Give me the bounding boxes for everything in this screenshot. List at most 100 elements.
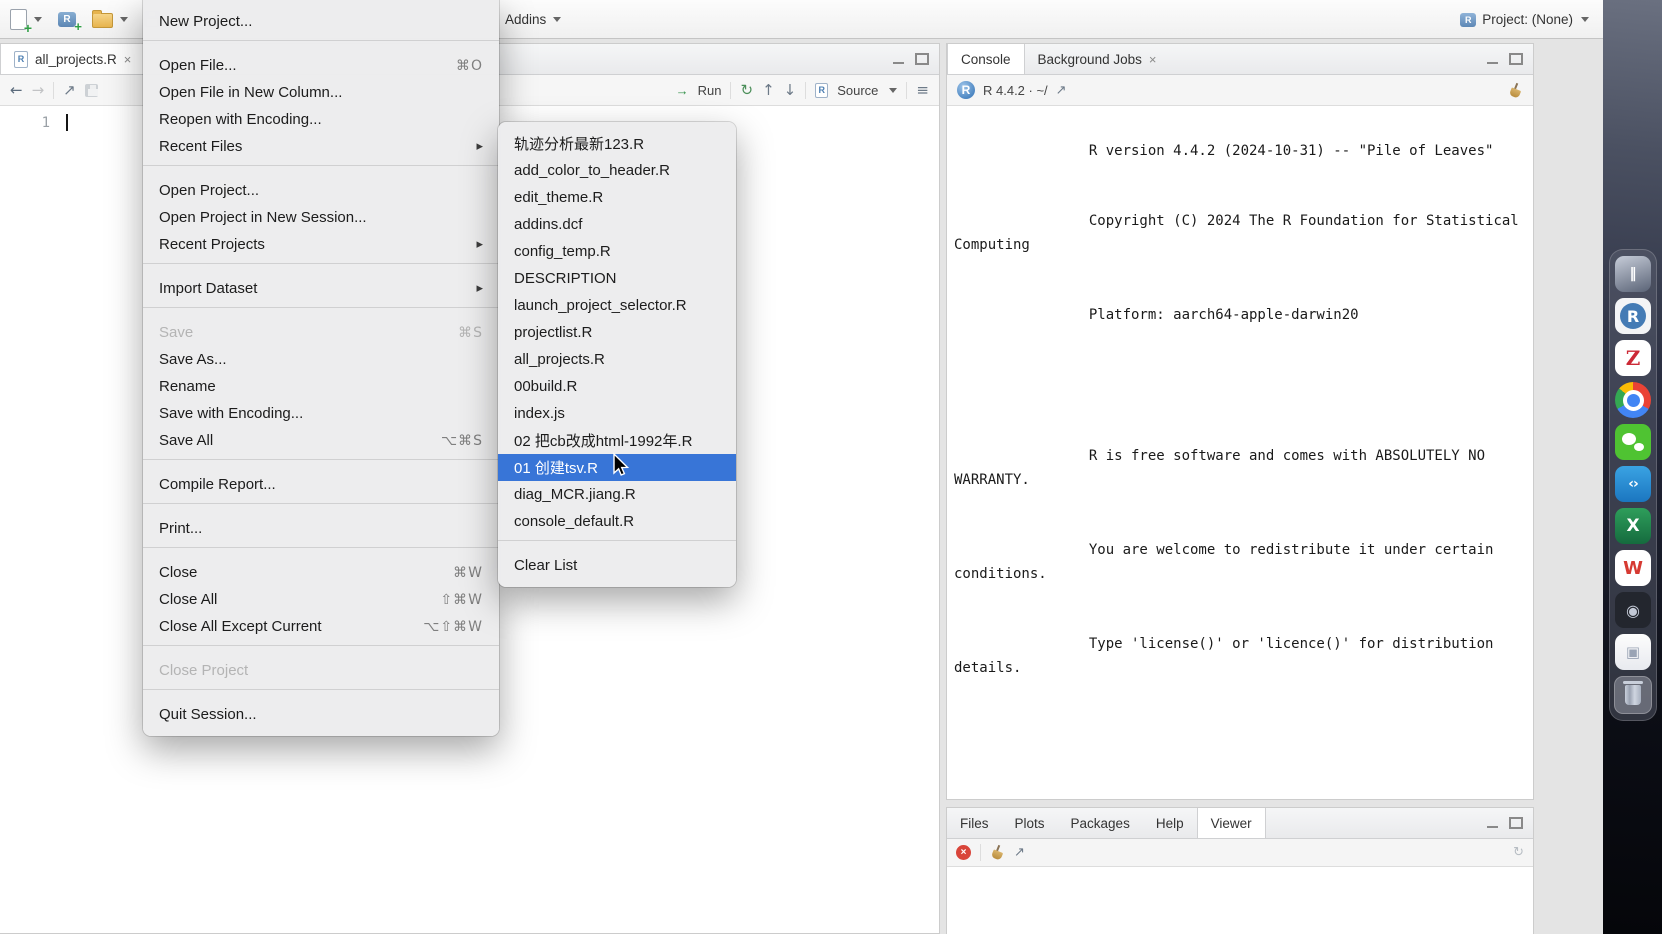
dock-app-icon[interactable]: X [1615,508,1651,544]
recent-file-item[interactable]: Clear List [498,552,736,579]
panel-tab[interactable]: Files [947,808,1002,838]
file-menu-item[interactable]: Open File in New Column... [143,79,499,106]
back-button[interactable]: ← [10,82,23,98]
file-menu-item[interactable]: Save with Encoding... [143,400,499,427]
maximize-pane-button[interactable] [1509,817,1523,829]
dock-app-icon[interactable] [1615,424,1651,460]
minimize-pane-button[interactable] [1487,818,1498,828]
mouse-cursor [613,452,630,476]
editor-tab[interactable]: all_projects.R × [0,44,146,74]
console-output[interactable]: R version 4.4.2 (2024-10-31) -- "Pile of… [947,106,1533,799]
recent-file-item[interactable]: addins.dcf [498,211,736,238]
file-menu-item[interactable]: Rename [143,373,499,400]
file-menu-item[interactable]: New Project... [143,8,499,35]
tab-console[interactable]: Console [947,44,1025,74]
file-menu-item[interactable]: Close All Except Current ⌥⇧⌘W [143,613,499,640]
file-menu-item[interactable]: Quit Session... [143,701,499,728]
recent-file-item[interactable]: 00build.R [498,373,736,400]
panel-tab[interactable]: Help [1143,808,1197,838]
dock-app-icon[interactable]: R [1615,298,1651,334]
file-menu-item[interactable]: Reopen with Encoding... [143,106,499,133]
file-menu-item[interactable]: Save As... [143,346,499,373]
dock-app-glyph: ◉ [1626,600,1640,620]
forward-button[interactable]: → [32,82,45,98]
recent-file-item[interactable]: index.js [498,400,736,427]
recent-file-label: launch_project_selector.R [514,297,687,314]
tab-background-jobs[interactable]: Background Jobs × [1025,44,1170,74]
maximize-pane-button[interactable] [1509,53,1523,65]
menu-item-label: Compile Report... [159,476,276,493]
file-menu-item[interactable]: Close Project [143,657,499,684]
file-menu-item[interactable]: Open File... ⌘O [143,52,499,79]
dock-app-icon[interactable]: Z [1615,340,1651,376]
file-menu-item[interactable]: Save All ⌥⌘S [143,427,499,454]
file-menu-item[interactable]: Recent Files ▸ [143,133,499,160]
dock-app-icon[interactable]: ◉ [1615,592,1651,628]
project-selector[interactable]: Project: (None) [1460,0,1589,39]
clear-console-broom-icon[interactable] [1508,83,1523,98]
chevron-down-icon [889,87,898,93]
file-menu-item[interactable]: Open Project in New Session... [143,204,499,231]
open-file-button[interactable] [92,10,128,28]
refresh-viewer-icon[interactable]: ↻ [1513,846,1524,859]
recent-file-item[interactable]: DESCRIPTION [498,265,736,292]
popout-editor-button[interactable]: ↗ [63,82,76,98]
file-menu-item[interactable]: Open Project... [143,177,499,204]
menu-item-label: Recent Projects [159,236,265,253]
menu-item-label: Import Dataset [159,280,258,297]
source-button[interactable]: Source [837,83,878,98]
menu-item-label: Save [159,324,194,341]
viewer-content [947,867,1533,934]
file-menu-item [143,165,499,177]
popout-viewer-icon[interactable]: ↗ [1014,846,1025,859]
panel-tab-label: Files [960,815,989,831]
file-menu-item[interactable]: Print... [143,515,499,542]
screen: ‖ R Z ‹› X W ◉ ▣ + R + Addins R Project:… [0,0,1662,934]
file-menu-item[interactable]: Save ⌘S [143,319,499,346]
previous-chunk-button[interactable]: ↑ [762,82,775,98]
file-menu-item[interactable]: Recent Projects ▸ [143,231,499,258]
file-menu-item[interactable]: Import Dataset ▸ [143,275,499,302]
dock-app-icon[interactable]: ‹› [1615,466,1651,502]
panel-tab[interactable]: Plots [1002,808,1058,838]
menu-item-label: Quit Session... [159,706,257,723]
recent-file-item[interactable]: console_default.R [498,508,736,535]
file-menu-item[interactable]: Close ⌘W [143,559,499,586]
clean-viewer-broom-icon[interactable] [990,845,1005,860]
minimize-pane-button[interactable] [1487,54,1498,64]
dock-app-icon[interactable] [1614,676,1652,714]
recent-file-item[interactable]: launch_project_selector.R [498,292,736,319]
addins-menu-button[interactable]: Addins [505,0,562,39]
dock-app-glyph [1623,681,1643,705]
dock-app-icon[interactable]: ‖ [1615,256,1651,292]
close-tab-icon[interactable]: × [124,52,132,67]
run-button[interactable]: Run [698,83,722,98]
rerun-button[interactable]: ↻ [740,82,753,98]
recent-file-item[interactable]: add_color_to_header.R [498,157,736,184]
clear-viewer-button[interactable]: × [956,845,971,860]
dock-app-icon[interactable]: W [1615,550,1651,586]
dock-app-icon[interactable]: ▣ [1615,634,1651,670]
dock-app-glyph: X [1626,516,1640,536]
recent-file-item[interactable]: 02 把cb改成html-1992年.R [498,427,736,454]
recent-file-item[interactable]: edit_theme.R [498,184,736,211]
document-outline-button[interactable]: ≡ [916,82,929,98]
save-icon[interactable] [84,83,98,97]
recent-file-item[interactable]: diag_MCR.jiang.R [498,481,736,508]
new-project-button[interactable] [58,11,82,34]
next-chunk-button[interactable]: ↓ [784,82,797,98]
recent-file-item[interactable]: all_projects.R [498,346,736,373]
panel-tab[interactable]: Viewer [1196,808,1266,838]
recent-file-item[interactable]: projectlist.R [498,319,736,346]
maximize-pane-button[interactable] [915,53,929,65]
recent-file-item[interactable]: config_temp.R [498,238,736,265]
recent-file-item[interactable]: 轨迹分析最新123.R [498,130,736,157]
file-menu-item[interactable]: Compile Report... [143,471,499,498]
file-menu-item[interactable]: Close All ⇧⌘W [143,586,499,613]
close-tab-icon[interactable]: × [1149,52,1157,67]
panel-tab[interactable]: Packages [1058,808,1143,838]
popout-console-icon[interactable]: ↗ [1056,84,1067,97]
new-file-button[interactable] [10,8,42,36]
minimize-pane-button[interactable] [893,54,904,64]
dock-app-icon[interactable] [1615,382,1651,418]
